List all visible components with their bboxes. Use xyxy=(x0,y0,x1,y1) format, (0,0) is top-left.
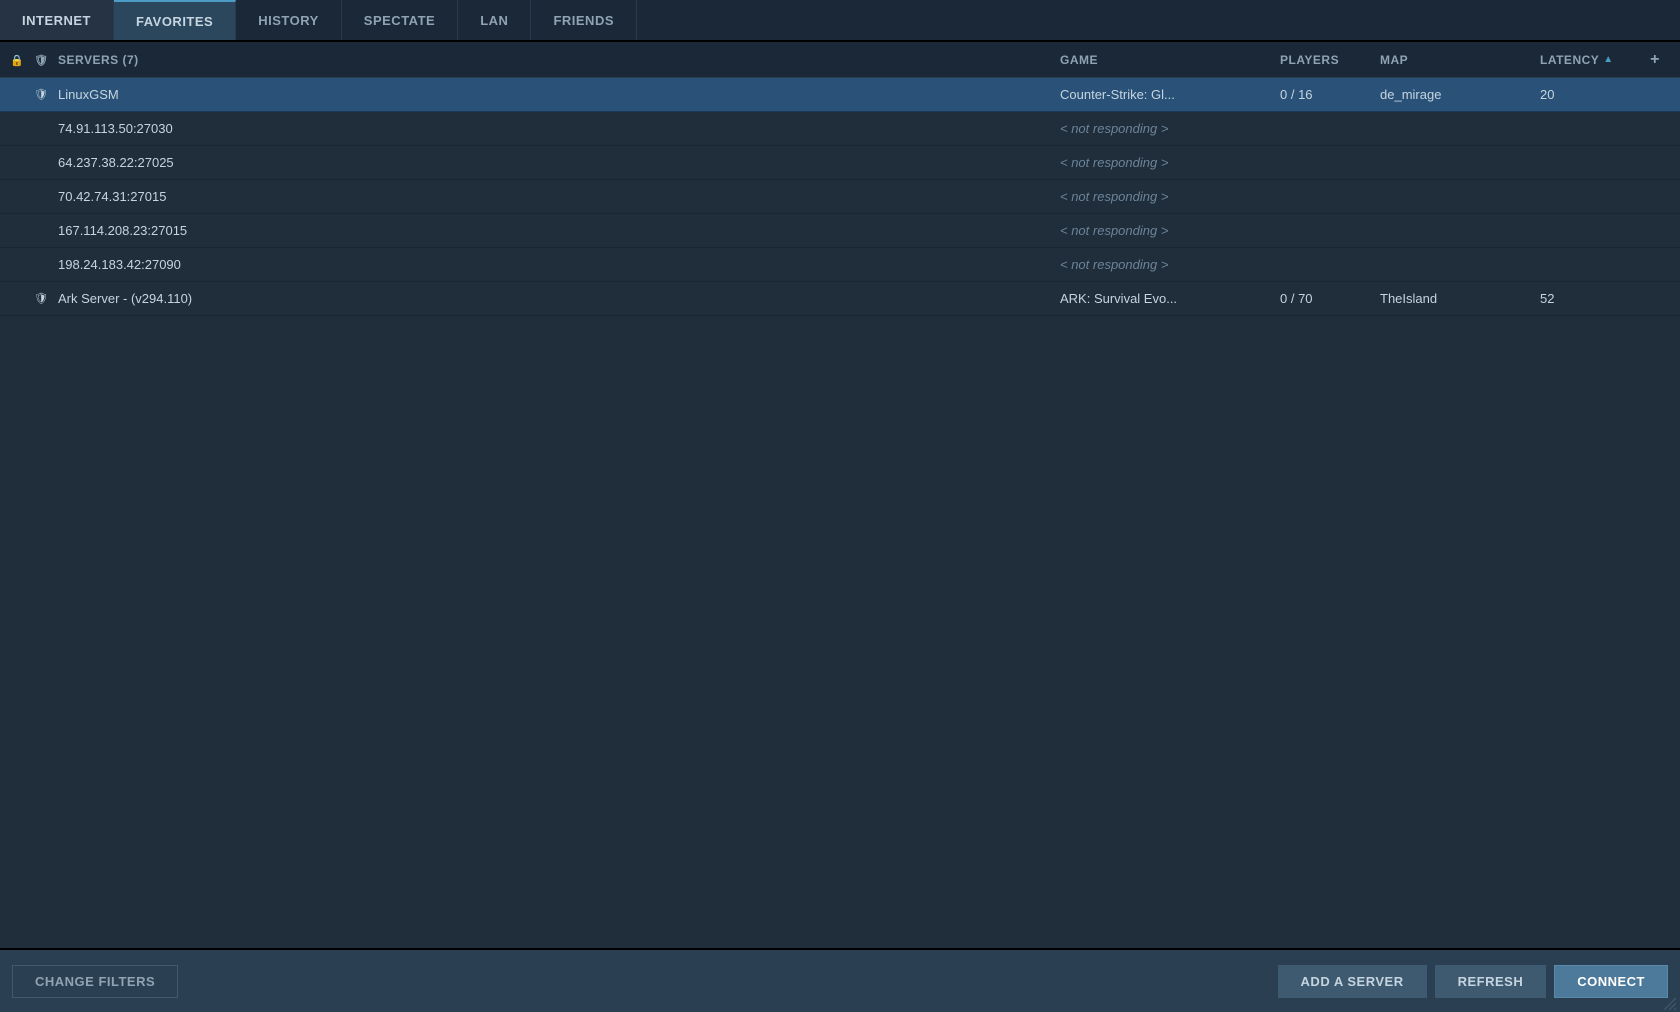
server-name-cell: 74.91.113.50:27030 xyxy=(58,121,1060,136)
col-game-header[interactable]: GAME xyxy=(1060,53,1280,67)
server-game-cell: < not responding > xyxy=(1060,223,1280,238)
main-layout: 🔒 🛡 SERVERS (7) GAME PLAYERS MAP LATENCY… xyxy=(0,42,1680,1012)
table-row[interactable]: 74.91.113.50:27030 < not responding > xyxy=(0,112,1680,146)
table-header: 🔒 🛡 SERVERS (7) GAME PLAYERS MAP LATENCY… xyxy=(0,42,1680,78)
server-players-cell: 0 / 16 xyxy=(1280,87,1380,102)
server-players-cell: 0 / 70 xyxy=(1280,291,1380,306)
col-servers-header[interactable]: SERVERS (7) xyxy=(58,53,1060,67)
table-row[interactable]: 198.24.183.42:27090 < not responding > xyxy=(0,248,1680,282)
tab-internet[interactable]: INTERNET xyxy=(0,0,114,40)
players-label: PLAYERS xyxy=(1280,53,1339,67)
server-game-cell: Counter-Strike: Gl... xyxy=(1060,87,1280,102)
server-name-cell: 64.237.38.22:27025 xyxy=(58,155,1060,170)
map-label: MAP xyxy=(1380,53,1408,67)
vac-cell: 🛡 xyxy=(34,88,58,101)
server-name-cell: 167.114.208.23:27015 xyxy=(58,223,1060,238)
col-players-header[interactable]: PLAYERS xyxy=(1280,53,1380,67)
tab-lan[interactable]: LAN xyxy=(458,0,531,40)
server-game-cell: ARK: Survival Evo... xyxy=(1060,291,1280,306)
server-game-cell: < not responding > xyxy=(1060,121,1280,136)
bottom-right-buttons: ADD A SERVER REFRESH CONNECT xyxy=(1278,965,1668,998)
vac-icon-header: 🛡 xyxy=(34,55,48,67)
col-map-header[interactable]: MAP xyxy=(1380,53,1540,67)
tab-favorites[interactable]: FAVORITES xyxy=(114,0,236,40)
server-list: 🛡LinuxGSMCounter-Strike: Gl...0 / 16de_m… xyxy=(0,78,1680,948)
servers-count-label: SERVERS (7) xyxy=(58,53,139,67)
sort-asc-icon: ▲ xyxy=(1603,54,1613,65)
server-name-cell: 198.24.183.42:27090 xyxy=(58,257,1060,272)
refresh-button[interactable]: REFRESH xyxy=(1435,965,1547,998)
server-map-cell: TheIsland xyxy=(1380,291,1540,306)
connect-button[interactable]: CONNECT xyxy=(1554,965,1668,998)
add-server-plus-icon: + xyxy=(1650,51,1660,68)
tab-history[interactable]: HISTORY xyxy=(236,0,342,40)
server-name-text: Ark Server - (v294.110) xyxy=(58,291,192,306)
server-name-cell: LinuxGSM xyxy=(58,87,1060,102)
table-row[interactable]: 🛡LinuxGSM Counter-Strike: Gl...0 / 16de_m… xyxy=(0,78,1680,112)
latency-label: LATENCY xyxy=(1540,53,1599,67)
server-latency-cell: 20 xyxy=(1540,87,1640,102)
tab-bar: INTERNETFAVORITESHISTORYSPECTATELANFRIEN… xyxy=(0,0,1680,42)
table-row[interactable]: 64.237.38.22:27025 < not responding > xyxy=(0,146,1680,180)
server-name-text: 64.237.38.22:27025 xyxy=(58,155,174,170)
server-latency-cell: 52 xyxy=(1540,291,1640,306)
col-vac-header: 🛡 xyxy=(34,53,58,67)
game-label: GAME xyxy=(1060,53,1098,67)
server-map-cell: de_mirage xyxy=(1380,87,1540,102)
server-name-text: 70.42.74.31:27015 xyxy=(58,189,166,204)
server-name-text: LinuxGSM xyxy=(58,87,119,102)
server-name-text: 198.24.183.42:27090 xyxy=(58,257,181,272)
col-latency-header[interactable]: LATENCY ▲ xyxy=(1540,53,1640,67)
server-name-text: 74.91.113.50:27030 xyxy=(58,121,173,136)
change-filters-button[interactable]: CHANGE FILTERS xyxy=(12,965,178,998)
bottom-bar: CHANGE FILTERS ADD A SERVER REFRESH CONN… xyxy=(0,948,1680,1012)
server-name-cell: Ark Server - (v294.110) xyxy=(58,291,1060,306)
server-game-cell: < not responding > xyxy=(1060,257,1280,272)
table-row[interactable]: 167.114.208.23:27015 < not responding > xyxy=(0,214,1680,248)
table-row[interactable]: 70.42.74.31:27015 < not responding > xyxy=(0,180,1680,214)
tab-spectate[interactable]: SPECTATE xyxy=(342,0,458,40)
table-row[interactable]: 🛡Ark Server - (v294.110) ARK: Survival Ev… xyxy=(0,282,1680,316)
col-add-header[interactable]: + xyxy=(1640,51,1670,69)
add-server-button[interactable]: ADD A SERVER xyxy=(1278,965,1427,998)
col-lock-header: 🔒 xyxy=(10,53,34,67)
lock-icon: 🔒 xyxy=(10,55,24,67)
server-name-cell: 70.42.74.31:27015 xyxy=(58,189,1060,204)
tab-friends[interactable]: FRIENDS xyxy=(531,0,637,40)
vac-cell: 🛡 xyxy=(34,292,58,305)
resize-handle[interactable] xyxy=(1664,998,1676,1010)
server-name-text: 167.114.208.23:27015 xyxy=(58,223,187,238)
server-game-cell: < not responding > xyxy=(1060,155,1280,170)
server-game-cell: < not responding > xyxy=(1060,189,1280,204)
